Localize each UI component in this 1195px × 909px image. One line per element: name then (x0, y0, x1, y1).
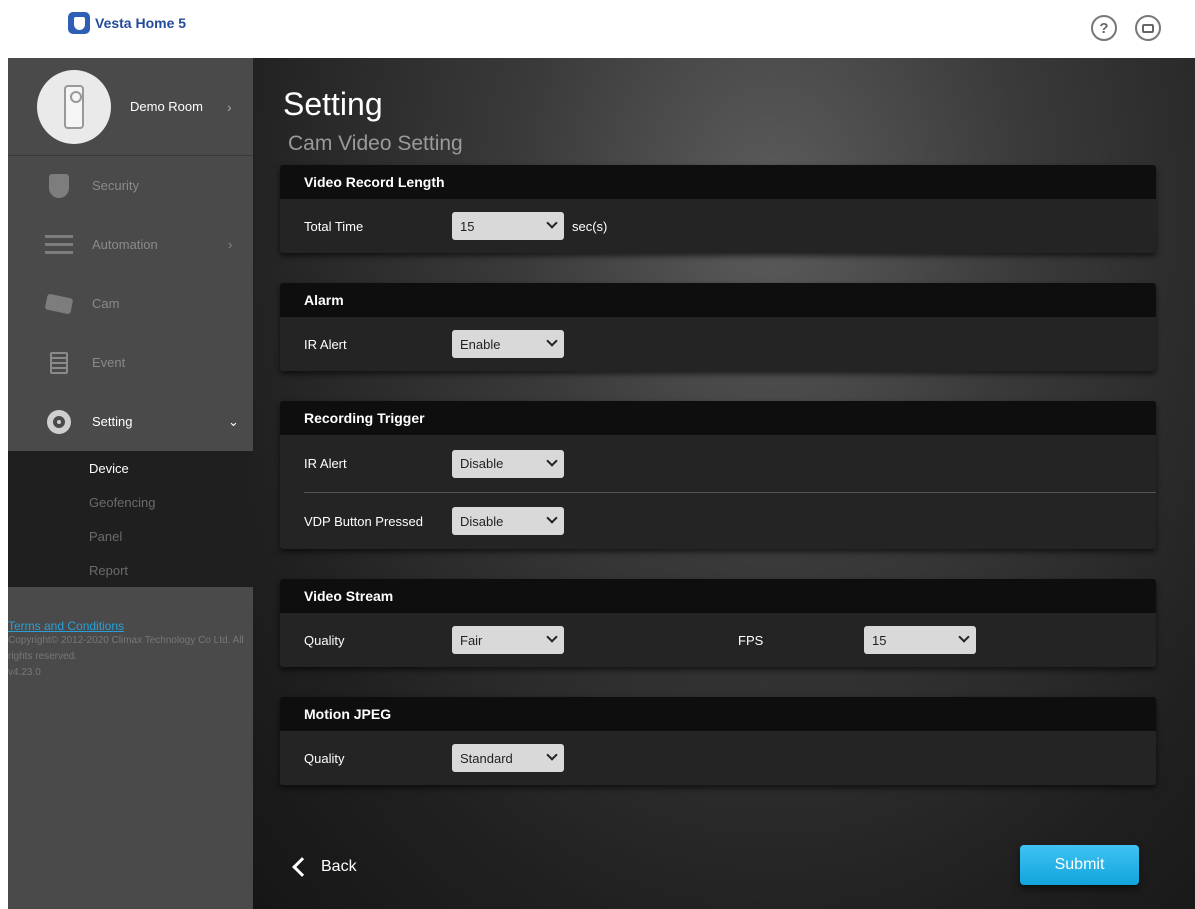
selected-value: Standard (460, 750, 513, 766)
sidebar-item-event[interactable]: Event (8, 333, 253, 392)
chevron-down-icon: ⌄ (228, 413, 239, 429)
motion-jpeg-panel: Motion JPEG Quality Standard (280, 697, 1156, 785)
trigger-ir-alert-select[interactable]: Disable (452, 449, 564, 478)
app-name: Vesta Home 5 (95, 15, 187, 31)
selected-value: Disable (460, 513, 504, 529)
stream-quality-select[interactable]: Fair (452, 626, 564, 654)
version-text: v4.23.0 (8, 667, 41, 678)
subnav-item-device[interactable]: Device (8, 451, 253, 485)
vdp-button-label: VDP Button Pressed (304, 513, 423, 529)
panel-header: Video Stream (280, 579, 1156, 613)
mjpeg-quality-select[interactable]: Standard (452, 744, 564, 772)
avatar (37, 69, 111, 144)
subnav-item-report[interactable]: Report (8, 553, 253, 587)
fps-label: FPS (738, 632, 764, 648)
submit-button[interactable]: Submit (1020, 845, 1139, 885)
chevron-down-icon (546, 335, 558, 347)
gear-icon (44, 409, 74, 435)
terms-link[interactable]: Terms and Conditions (8, 619, 253, 633)
camera-icon (44, 291, 74, 317)
logout-icon[interactable] (1135, 15, 1161, 41)
total-time-select[interactable]: 15 (452, 212, 564, 240)
total-time-label: Total Time (304, 218, 364, 234)
chevron-down-icon (546, 454, 558, 467)
selected-value: Fair (460, 632, 483, 648)
quality-label: Quality (304, 632, 345, 648)
ir-alert-label: IR Alert (304, 336, 347, 352)
chevron-down-icon (546, 217, 558, 229)
sliders-icon (44, 232, 74, 258)
video-record-length-panel: Video Record Length Total Time 15 sec(s) (280, 165, 1156, 253)
copyright-text: Copyright© 2012-2020 Climax Technology C… (8, 635, 244, 662)
ir-alert-row: IR Alert Enable (280, 317, 1156, 371)
selected-value: Enable (460, 336, 501, 352)
chevron-down-icon (546, 631, 558, 643)
sidebar-item-label: Security (92, 178, 139, 193)
video-stream-panel: Video Stream Quality Fair FPS 15 (280, 579, 1156, 667)
sidebar-item-label: Setting (92, 414, 133, 429)
video-stream-row: Quality Fair FPS 15 (280, 613, 1156, 667)
chevron-down-icon (546, 749, 558, 761)
main-content: Setting Cam Video Setting Video Record L… (253, 58, 1195, 909)
shield-logo-icon (68, 12, 90, 34)
trigger-ir-alert-row: IR Alert Disable (280, 435, 1156, 492)
back-button[interactable]: Back (292, 857, 357, 877)
help-symbol: ? (1099, 19, 1109, 37)
sidebar-item-cam[interactable]: Cam (8, 274, 253, 333)
list-icon (44, 350, 74, 376)
chevron-down-icon (546, 512, 558, 524)
mjpeg-quality-row: Quality Standard (280, 731, 1156, 785)
help-icon[interactable]: ? (1091, 15, 1117, 41)
sidebar: Demo Room › Security Automation › Cam Ev… (8, 58, 253, 909)
panel-header: Video Record Length (280, 165, 1156, 199)
subnav-item-panel[interactable]: Panel (8, 519, 253, 553)
vdp-button-row: VDP Button Pressed Disable (280, 493, 1156, 549)
sidebar-item-label: Automation (92, 237, 158, 252)
top-bar: Vesta Home 5 ? (0, 0, 1195, 58)
total-time-row: Total Time 15 sec(s) (280, 199, 1156, 253)
fps-select[interactable]: 15 (864, 626, 976, 654)
chevron-right-icon: › (227, 98, 232, 115)
doorbell-device-icon (64, 84, 84, 129)
sidebar-item-label: Cam (92, 296, 120, 311)
sidebar-footer: Terms and Conditions Copyright© 2012-202… (8, 587, 253, 681)
alarm-panel: Alarm IR Alert Enable (280, 283, 1156, 371)
panel-header: Recording Trigger (280, 401, 1156, 435)
page-subtitle: Cam Video Setting (288, 132, 463, 155)
setting-subnav: Device Geofencing Panel Report (8, 451, 253, 587)
panel-header: Motion JPEG (280, 697, 1156, 731)
chevron-right-icon: › (228, 237, 233, 252)
room-selector[interactable]: Demo Room › (8, 58, 253, 156)
room-name: Demo Room (130, 99, 203, 114)
page-title: Setting (283, 86, 383, 122)
chevron-left-icon (292, 857, 312, 877)
selected-value: 15 (460, 218, 475, 234)
sidebar-item-automation[interactable]: Automation › (8, 215, 253, 274)
sidebar-item-security[interactable]: Security (8, 156, 253, 215)
quality-label: Quality (304, 750, 345, 766)
sidebar-item-setting[interactable]: Setting ⌄ (8, 392, 253, 451)
unit-label: sec(s) (572, 218, 608, 234)
sidebar-item-label: Event (92, 355, 126, 370)
vdp-button-select[interactable]: Disable (452, 507, 564, 535)
recording-trigger-panel: Recording Trigger IR Alert Disable VDP B… (280, 401, 1156, 549)
panel-header: Alarm (280, 283, 1156, 317)
app-logo[interactable]: Vesta Home 5 (68, 12, 186, 34)
logout-glyph (1142, 23, 1154, 33)
back-label: Back (321, 858, 357, 875)
selected-value: Disable (460, 456, 504, 471)
selected-value: 15 (872, 632, 887, 648)
ir-alert-select[interactable]: Enable (452, 330, 564, 358)
chevron-down-icon (958, 631, 970, 643)
subnav-item-geofencing[interactable]: Geofencing (8, 485, 253, 519)
shield-icon (44, 173, 74, 199)
ir-alert-label: IR Alert (304, 456, 347, 471)
